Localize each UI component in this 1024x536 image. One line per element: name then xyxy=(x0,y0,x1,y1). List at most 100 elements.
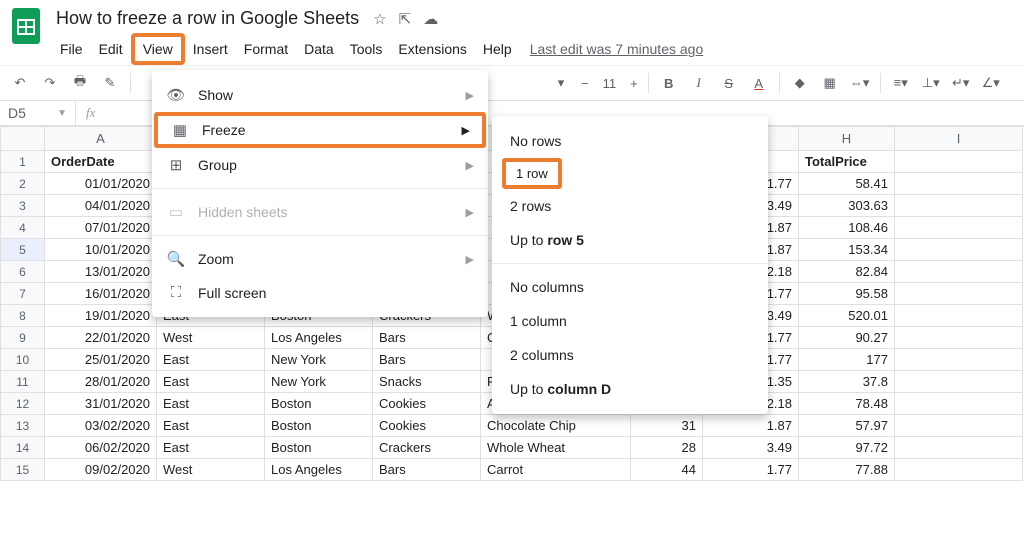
cell[interactable]: Los Angeles xyxy=(265,327,373,349)
row-number[interactable]: 2 xyxy=(1,173,45,195)
freeze-up-to-column[interactable]: Up to column D xyxy=(492,372,768,406)
menu-data[interactable]: Data xyxy=(296,37,342,61)
cell[interactable]: 44 xyxy=(631,459,703,481)
fill-color-icon[interactable]: ◆ xyxy=(790,75,810,91)
cell[interactable]: 1.87 xyxy=(703,415,799,437)
cell[interactable]: Los Angeles xyxy=(265,459,373,481)
cell[interactable]: 31/01/2020 xyxy=(45,393,157,415)
cell[interactable]: New York xyxy=(265,371,373,393)
row-number[interactable]: 3 xyxy=(1,195,45,217)
menu-edit[interactable]: Edit xyxy=(91,37,131,61)
cell[interactable]: East xyxy=(157,415,265,437)
row-number[interactable]: 8 xyxy=(1,305,45,327)
cell[interactable]: 97.72 xyxy=(799,437,895,459)
cell[interactable]: 25/01/2020 xyxy=(45,349,157,371)
cell[interactable]: 03/02/2020 xyxy=(45,415,157,437)
row-number[interactable]: 7 xyxy=(1,283,45,305)
cell[interactable]: Whole Wheat xyxy=(481,437,631,459)
chevron-down-icon[interactable]: ▼ xyxy=(57,108,67,119)
cell[interactable]: 28 xyxy=(631,437,703,459)
freeze-up-to-row[interactable]: Up to row 5 xyxy=(492,223,768,257)
borders-icon[interactable]: ▦ xyxy=(820,75,840,91)
menu-extensions[interactable]: Extensions xyxy=(390,37,474,61)
col-A[interactable]: A xyxy=(45,127,157,151)
cell[interactable]: 1.77 xyxy=(703,459,799,481)
paint-format-icon[interactable]: ✎ xyxy=(100,75,120,91)
cell[interactable]: 06/02/2020 xyxy=(45,437,157,459)
cell[interactable]: OrderDate xyxy=(45,151,157,173)
cell[interactable] xyxy=(895,173,1023,195)
col-I[interactable]: I xyxy=(895,127,1023,151)
cell[interactable]: West xyxy=(157,459,265,481)
cell[interactable]: 108.46 xyxy=(799,217,895,239)
cell[interactable]: 09/02/2020 xyxy=(45,459,157,481)
print-icon[interactable]: 🖶 xyxy=(70,72,90,94)
view-zoom[interactable]: 🔍 Zoom ▶ xyxy=(152,242,488,276)
toolbar-dropdown-icon[interactable]: ▾ xyxy=(551,75,571,91)
row-number[interactable]: 9 xyxy=(1,327,45,349)
cell[interactable] xyxy=(895,261,1023,283)
font-size-increase[interactable]: + xyxy=(630,76,638,91)
doc-title[interactable]: How to freeze a row in Google Sheets xyxy=(52,6,363,31)
menu-format[interactable]: Format xyxy=(236,37,296,61)
valign-icon[interactable]: ⊥▾ xyxy=(921,75,941,91)
cell[interactable]: Boston xyxy=(265,437,373,459)
cell[interactable] xyxy=(895,239,1023,261)
cell[interactable]: Boston xyxy=(265,393,373,415)
cell[interactable]: East xyxy=(157,437,265,459)
cell[interactable]: 57.97 xyxy=(799,415,895,437)
row-number[interactable]: 6 xyxy=(1,261,45,283)
cell[interactable]: 19/01/2020 xyxy=(45,305,157,327)
row-number[interactable]: 12 xyxy=(1,393,45,415)
text-color-icon[interactable]: A xyxy=(749,76,769,91)
freeze-no-columns[interactable]: No columns xyxy=(492,270,768,304)
cell[interactable]: 177 xyxy=(799,349,895,371)
cell[interactable]: Boston xyxy=(265,415,373,437)
row-number[interactable]: 15 xyxy=(1,459,45,481)
menu-insert[interactable]: Insert xyxy=(185,37,236,61)
cell[interactable]: Cookies xyxy=(373,393,481,415)
cell[interactable]: West xyxy=(157,327,265,349)
cell[interactable] xyxy=(895,283,1023,305)
font-size-decrease[interactable]: − xyxy=(581,76,589,91)
cell[interactable]: 16/01/2020 xyxy=(45,283,157,305)
menu-file[interactable]: File xyxy=(52,37,91,61)
view-full-screen[interactable]: ⛶ Full screen xyxy=(152,276,488,309)
row-number[interactable]: 11 xyxy=(1,371,45,393)
cell[interactable] xyxy=(895,371,1023,393)
freeze-no-rows[interactable]: No rows xyxy=(492,124,768,158)
name-box[interactable]: D5 ▼ xyxy=(0,101,76,125)
cell[interactable]: 04/01/2020 xyxy=(45,195,157,217)
cell[interactable] xyxy=(895,151,1023,173)
cell[interactable] xyxy=(895,437,1023,459)
cloud-icon[interactable]: ☁ xyxy=(423,10,438,28)
last-edit-info[interactable]: Last edit was 7 minutes ago xyxy=(530,41,704,57)
rotate-icon[interactable]: ∠▾ xyxy=(981,75,1001,91)
corner-cell[interactable] xyxy=(1,127,45,151)
cell[interactable]: 10/01/2020 xyxy=(45,239,157,261)
freeze-2-rows[interactable]: 2 rows xyxy=(492,189,768,223)
font-size-value[interactable]: 11 xyxy=(595,76,625,91)
cell[interactable]: 01/01/2020 xyxy=(45,173,157,195)
menu-help[interactable]: Help xyxy=(475,37,520,61)
cell[interactable]: 520.01 xyxy=(799,305,895,327)
cell[interactable] xyxy=(895,415,1023,437)
cell[interactable] xyxy=(895,305,1023,327)
row-number[interactable]: 13 xyxy=(1,415,45,437)
sheets-logo-icon[interactable] xyxy=(10,6,42,46)
cell[interactable]: Chocolate Chip xyxy=(481,415,631,437)
cell[interactable]: 28/01/2020 xyxy=(45,371,157,393)
view-show[interactable]: 👁 Show ▶ xyxy=(152,78,488,112)
cell[interactable]: 82.84 xyxy=(799,261,895,283)
cell[interactable] xyxy=(895,459,1023,481)
cell[interactable] xyxy=(895,349,1023,371)
cell[interactable]: 95.58 xyxy=(799,283,895,305)
freeze-1-column[interactable]: 1 column xyxy=(492,304,768,338)
cell[interactable]: Carrot xyxy=(481,459,631,481)
row-number[interactable]: 4 xyxy=(1,217,45,239)
cell[interactable]: New York xyxy=(265,349,373,371)
cell[interactable]: 303.63 xyxy=(799,195,895,217)
bold-icon[interactable]: B xyxy=(659,76,679,91)
cell[interactable]: 77.88 xyxy=(799,459,895,481)
menu-tools[interactable]: Tools xyxy=(342,37,391,61)
